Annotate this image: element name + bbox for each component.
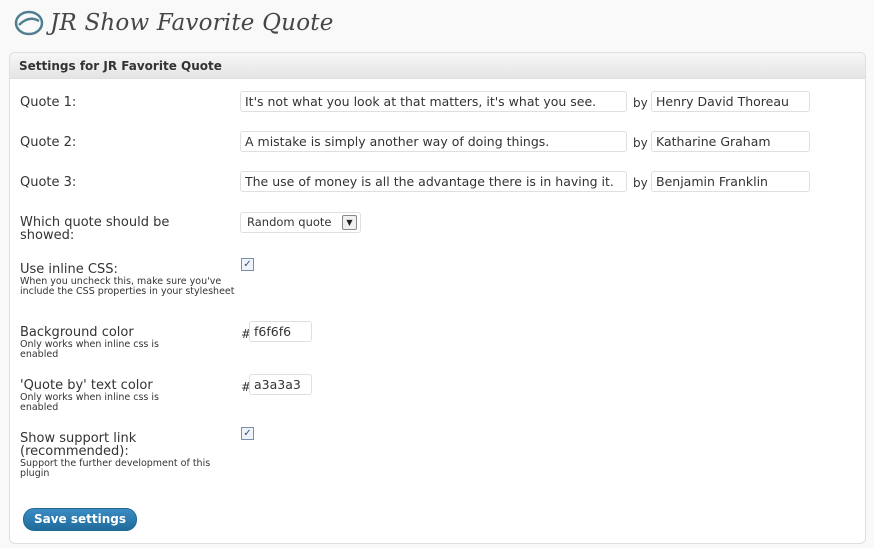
quoteby-color-label-group: 'Quote by' text color Only works when in… xyxy=(20,379,235,413)
quote-2-label: Quote 2: xyxy=(20,135,77,150)
bg-color-label-group: Background color Only works when inline … xyxy=(20,326,235,360)
quote-3-by-label: by xyxy=(633,176,648,190)
save-settings-button[interactable]: Save settings xyxy=(23,508,137,531)
support-link-checkbox[interactable]: ✓ xyxy=(241,427,254,440)
which-quote-selected-value: Random quote xyxy=(247,215,332,229)
quote-1-by-label: by xyxy=(633,96,648,110)
bg-color-hint: Only works when inline css is enabled xyxy=(20,339,159,360)
quote-3-text-input[interactable] xyxy=(240,171,627,192)
bg-color-input[interactable] xyxy=(249,321,312,342)
inline-css-label: Use inline CSS: xyxy=(20,262,118,277)
support-link-label: Show support link (recommended): xyxy=(20,431,137,459)
quote-3-author-input[interactable] xyxy=(651,171,810,192)
which-quote-select[interactable]: Random quote ▼ xyxy=(240,212,361,233)
quote-2-text-input[interactable] xyxy=(240,131,627,152)
wordpress-logo-icon xyxy=(14,10,44,36)
which-quote-label: Which quote should be showed: xyxy=(20,215,170,243)
quoteby-color-hint: Only works when inline css is enabled xyxy=(20,392,159,413)
inline-css-hint: When you uncheck this, make sure you've … xyxy=(20,276,235,297)
quote-1-author-input[interactable] xyxy=(651,91,810,112)
which-quote-row: Which quote should be showed: Random quo… xyxy=(20,212,860,242)
quote-2-by-label: by xyxy=(633,136,648,150)
quote-1-text-input[interactable] xyxy=(240,91,627,112)
panel-heading: Settings for JR Favorite Quote xyxy=(10,53,865,79)
quoteby-color-label: 'Quote by' text color xyxy=(20,378,153,393)
inline-css-label-group: Use inline CSS: When you uncheck this, m… xyxy=(20,263,235,297)
support-link-label-group: Show support link (recommended): Support… xyxy=(20,432,225,479)
inline-css-checkbox[interactable]: ✓ xyxy=(241,258,254,271)
quoteby-color-input[interactable] xyxy=(249,374,312,395)
support-link-hint: Support the further development of this … xyxy=(20,458,211,479)
quote-2-author-input[interactable] xyxy=(651,131,810,152)
quote-3-label: Quote 3: xyxy=(20,175,77,190)
settings-panel: Settings for JR Favorite Quote Quote 1: … xyxy=(9,52,866,544)
quote-1-label: Quote 1: xyxy=(20,95,77,110)
dropdown-arrow-icon[interactable]: ▼ xyxy=(342,215,357,230)
page-title: JR Show Favorite Quote xyxy=(50,10,334,36)
bg-color-label: Background color xyxy=(20,325,134,340)
page-header: JR Show Favorite Quote xyxy=(14,6,334,40)
